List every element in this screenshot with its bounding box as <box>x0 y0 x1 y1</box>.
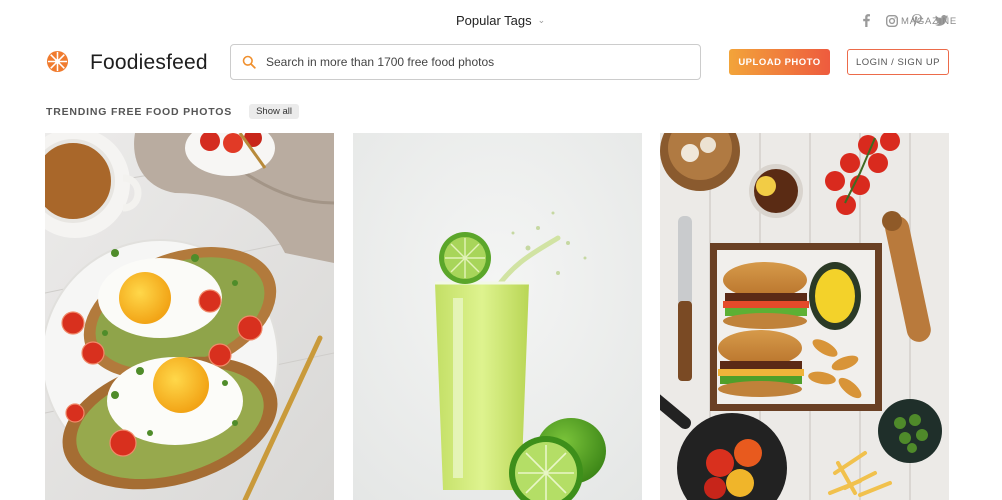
instagram-icon[interactable] <box>885 14 898 27</box>
burger-and-fries-photo <box>660 133 949 500</box>
login-signup-button[interactable]: LOGIN / SIGN UP <box>847 49 949 75</box>
show-all-button[interactable]: Show all <box>249 104 299 119</box>
search-input[interactable] <box>266 55 686 69</box>
magazine-link[interactable]: MAGAZINE <box>901 16 957 27</box>
popular-tags-dropdown[interactable]: Popular Tags ⌄ <box>456 13 545 28</box>
trending-header: TRENDING FREE FOOD PHOTOS Show all <box>46 104 299 119</box>
green-lemonade-photo <box>353 133 642 500</box>
photo-card-green-lemonade[interactable] <box>353 133 642 500</box>
top-bar: Popular Tags ⌄ MAGAZINE <box>0 0 1002 40</box>
photo-card-eggs-toast[interactable] <box>45 133 334 500</box>
popular-tags-label: Popular Tags <box>456 13 532 28</box>
upload-photo-button[interactable]: UPLOAD PHOTO <box>729 49 830 75</box>
search-icon <box>242 55 256 69</box>
eggs-on-toast-photo <box>45 133 334 500</box>
search-bar[interactable] <box>230 44 701 80</box>
facebook-icon[interactable] <box>860 14 873 27</box>
photo-card-burger-fries[interactable] <box>660 133 949 500</box>
chevron-down-icon: ⌄ <box>537 15 546 25</box>
brand-name[interactable]: Foodiesfeed <box>90 51 208 75</box>
main-header: Foodiesfeed UPLOAD PHOTO LOGIN / SIGN UP <box>0 42 1002 82</box>
section-title: TRENDING FREE FOOD PHOTOS <box>46 105 233 118</box>
logo-icon[interactable] <box>46 50 69 73</box>
